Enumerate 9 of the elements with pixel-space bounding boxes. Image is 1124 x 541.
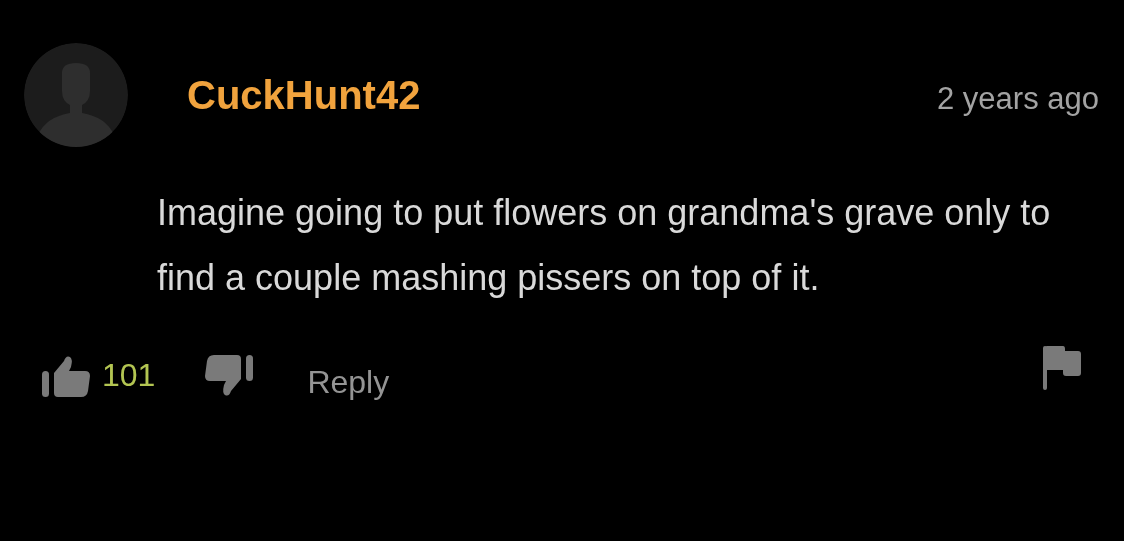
username[interactable]: CuckHunt42 [187, 72, 421, 118]
thumbs-up-icon[interactable] [42, 354, 90, 397]
avatar-icon [24, 43, 128, 147]
like-count: 101 [102, 357, 156, 394]
thumbs-down-icon[interactable] [205, 354, 254, 397]
reply-button[interactable]: Reply [307, 364, 390, 401]
comment-text: Imagine going to put flowers on grandma's grave only to find a couple mashing pissers on top of it. [157, 191, 1052, 300]
flag-icon[interactable] [1043, 345, 1081, 390]
timestamp: 2 years ago [937, 81, 1099, 117]
